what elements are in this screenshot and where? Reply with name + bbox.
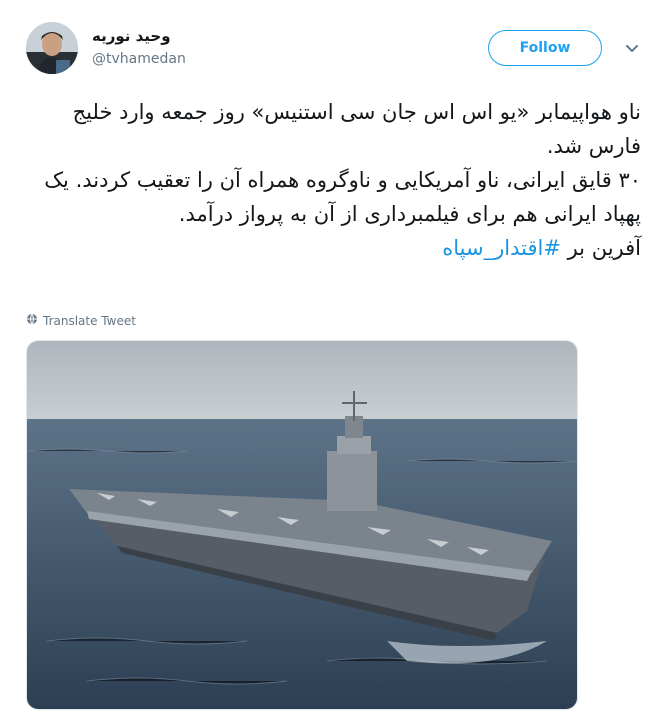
tweet-paragraph-3: آفرین بر #اقتدار_سپاه (26, 231, 641, 265)
tweet-media-image[interactable] (26, 340, 578, 710)
tweet-paragraph-2: ۳۰ قایق ایرانی، ناو آمریکایی و ناوگروه ه… (44, 168, 641, 226)
translate-tweet-link[interactable]: Translate Tweet (26, 313, 136, 328)
globe-icon (26, 313, 38, 328)
avatar-image (26, 22, 78, 74)
author-display-name[interactable]: وحید نوریه (92, 27, 171, 45)
author-handle[interactable]: @tvhamedan (92, 51, 186, 67)
hashtag-link[interactable]: #اقتدار_سپاه (442, 236, 561, 260)
tweet-text-prefix: آفرین بر (560, 236, 641, 260)
tweet-paragraph-1: ناو هواپیمابر «یو اس اس جان سی استنیس» ر… (72, 100, 641, 158)
aircraft-carrier-photo (27, 341, 577, 709)
follow-button[interactable]: Follow (488, 30, 602, 66)
chevron-down-icon[interactable] (622, 38, 642, 58)
translate-label: Translate Tweet (43, 313, 136, 328)
avatar[interactable] (26, 22, 78, 74)
tweet-text: ناو هواپیمابر «یو اس اس جان سی استنیس» ر… (26, 95, 641, 265)
